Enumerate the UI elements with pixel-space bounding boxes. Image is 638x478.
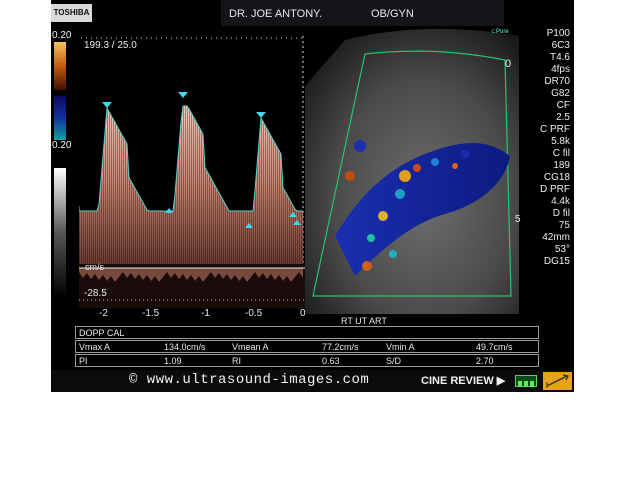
cell-label: Vmax A (79, 342, 111, 352)
cell-label: S/D (386, 356, 402, 366)
cell-value: 77.2cm/s (322, 342, 359, 352)
parameter-value: 6C3 (551, 40, 570, 51)
parameter-value: 2.5 (556, 112, 570, 123)
physician-name: DR. JOE ANTONY. (229, 8, 323, 20)
parameter-value: 5.8k (551, 136, 570, 147)
parameter-value: 42mm (542, 232, 570, 243)
parameter-value: P100 (546, 28, 570, 39)
cell-label: Vmean A (232, 342, 269, 352)
color-scale-panel: 0.20 0.20 (51, 26, 77, 316)
cell-value: 49.7cm/s (476, 342, 513, 352)
cell-value: 0.63 (322, 356, 340, 366)
department-label: OB/GYN (371, 8, 414, 20)
parameter-value: C fil (552, 148, 570, 159)
parameter-value: 189 (553, 160, 570, 171)
cine-review-button[interactable]: CINE REVIEW ▶ (421, 374, 505, 387)
header-bar: TOSHIBA DR. JOE ANTONY. OB/GYN (51, 0, 574, 26)
parameter-value: CG18 (543, 172, 570, 183)
gray-scale-bar (54, 168, 66, 298)
calc-title-row: DOPP CAL (75, 326, 539, 339)
parameter-value: 53° (554, 244, 570, 255)
parameter-value: DR70 (544, 76, 570, 87)
footer-bar: © www.ultrasound-images.com CINE REVIEW … (51, 370, 574, 392)
time-axis: -2 -1.5 -1 -0.5 0 (79, 308, 307, 322)
table-row: Vmax A 134.0cm/s Vmean A 77.2cm/s Vmin A… (75, 340, 539, 353)
color-doppler-image: 0 ⊂Pure 5 (305, 26, 521, 315)
time-tick: -0.5 (245, 308, 263, 319)
cell-label: Vmin A (386, 342, 415, 352)
velocity-bar-negative (54, 96, 66, 140)
table-row: PI 1.09 RI 0.63 S/D 2.70 (75, 354, 539, 367)
spectral-doppler-display: 199.3 / 25.0 cm/s -28.5 -2 -1.5 -1 -0.5 … (78, 36, 307, 319)
region-label: RT UT ART (341, 316, 387, 326)
parameter-value: D PRF (540, 184, 570, 195)
parameter-value: G82 (551, 88, 570, 99)
ultrasound-screen: TOSHIBA DR. JOE ANTONY. OB/GYN 0.20 0.20 (51, 0, 574, 392)
header-strip: DR. JOE ANTONY. OB/GYN (221, 0, 504, 26)
doppler-calc-table: DOPP CAL Vmax A 134.0cm/s Vmean A 77.2cm… (75, 326, 539, 368)
time-tick: -1.5 (142, 308, 160, 319)
parameter-value: T4.6 (549, 52, 570, 63)
spectral-waveform (78, 36, 307, 308)
cell-label: PI (79, 356, 88, 366)
parameter-value: CF (556, 100, 570, 111)
parameter-value: DG15 (543, 256, 570, 267)
scale-bottom-value: 0.20 (52, 140, 72, 151)
cell-value: 134.0cm/s (164, 342, 206, 352)
parameter-list: P100 6C3 T4.6 4fps DR70 G82 CF 2.5 C PRF 5.8k C fi… (511, 28, 574, 288)
film-strip-icon[interactable] (515, 375, 537, 387)
baseline-value: -28.5 (84, 288, 107, 299)
unit-label: cm/s (85, 262, 104, 272)
cell-value: 2.70 (476, 356, 494, 366)
parameter-value: D fil (552, 208, 570, 219)
parameter-value: 4fps (551, 64, 570, 75)
time-tick: -1 (201, 308, 210, 319)
caliper-icon[interactable] (543, 372, 572, 390)
parameter-value: 4.4k (551, 196, 570, 207)
brand-logo: TOSHIBA (51, 4, 92, 22)
velocity-bar-positive (54, 42, 66, 90)
calc-title: DOPP CAL (79, 328, 125, 338)
time-tick: -2 (99, 308, 108, 319)
velocity-readout: 199.3 / 25.0 (84, 40, 137, 51)
watermark: © www.ultrasound-images.com (129, 372, 370, 388)
parameter-value: 75 (558, 220, 570, 231)
probe-mark: ⊂Pure (491, 29, 509, 35)
parameter-value: C PRF (540, 124, 570, 135)
cell-label: RI (232, 356, 241, 366)
scale-top-value: 0.20 (52, 30, 72, 41)
cell-value: 1.09 (164, 356, 182, 366)
